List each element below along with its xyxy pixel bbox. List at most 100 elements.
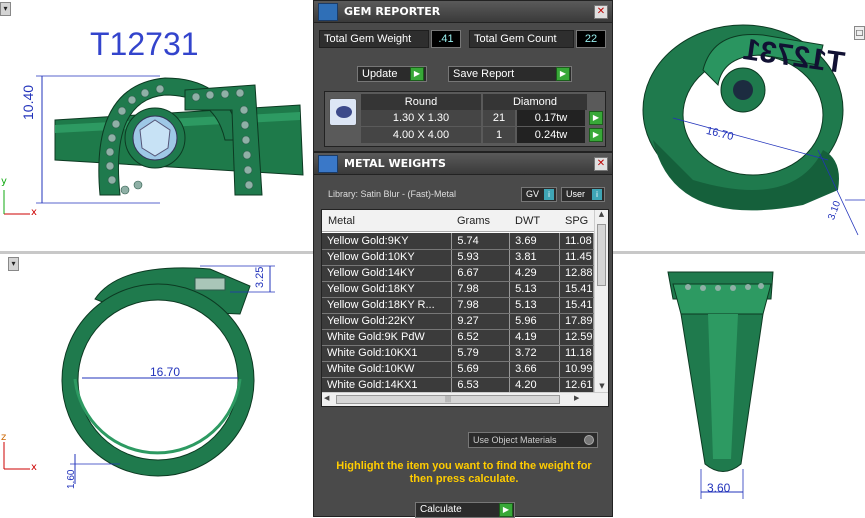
update-arrow-icon[interactable]: ▶ bbox=[410, 67, 424, 81]
metal-row[interactable]: White Gold:10KX1 5.79 3.72 11.18 bbox=[322, 345, 595, 362]
axis-x-label: x bbox=[31, 207, 37, 218]
metal-cell-grams: 5.74 bbox=[451, 233, 511, 250]
metal-cell-metal: White Gold:10KW bbox=[322, 361, 453, 378]
header-grams[interactable]: Grams bbox=[457, 210, 490, 232]
metal-cell-spg: 12.88 bbox=[559, 265, 595, 282]
metal-cell-metal: White Gold:14KX1 bbox=[322, 377, 453, 394]
metal-row[interactable]: Yellow Gold:9KY 5.74 3.69 11.08 bbox=[322, 233, 595, 250]
metal-cell-spg: 11.08 bbox=[559, 233, 595, 250]
metal-cell-dwt: 4.19 bbox=[509, 329, 560, 346]
metal-table[interactable]: Metal Grams DWT SPG Yellow Gold:9KY 5.74 3… bbox=[321, 209, 609, 407]
scroll-left-icon[interactable]: ◀ bbox=[324, 394, 329, 402]
gem-count: 1 bbox=[483, 127, 515, 143]
metal-cell-metal: Yellow Gold:22KY bbox=[322, 313, 453, 330]
gem-weight: 0.24tw bbox=[517, 127, 585, 143]
gem-type-header: Diamond bbox=[483, 94, 587, 110]
gem-row[interactable]: 1.30 X 1.30 21 0.17tw ▶ bbox=[361, 110, 605, 127]
save-report-button[interactable]: Save Report bbox=[448, 66, 572, 82]
metal-cell-spg: 10.99 bbox=[559, 361, 595, 378]
metal-rows: Yellow Gold:9KY 5.74 3.69 11.08 Yellow Gold:… bbox=[322, 233, 595, 406]
gem-row-arrow-icon[interactable]: ▶ bbox=[589, 128, 603, 142]
use-object-materials-toggle[interactable]: Use Object Materials bbox=[468, 432, 598, 448]
metal-cell-dwt: 5.13 bbox=[509, 297, 560, 314]
metal-cell-dwt: 3.66 bbox=[509, 361, 560, 378]
viewport-top-left[interactable]: ▾ T12731 10.40 y x bbox=[0, 0, 313, 251]
gem-size: 1.30 X 1.30 bbox=[361, 110, 481, 126]
metal-cell-spg: 11.18 bbox=[559, 345, 595, 362]
metal-weights-title: METAL WEIGHTS bbox=[344, 157, 446, 170]
header-metal[interactable]: Metal bbox=[328, 210, 355, 232]
metal-row[interactable]: White Gold:14KX1 6.53 4.20 12.61 bbox=[322, 377, 595, 394]
library-label: Library: Satin Blur - (Fast)-Metal bbox=[328, 189, 457, 199]
close-icon[interactable]: ✕ bbox=[594, 157, 608, 171]
metal-row[interactable]: Yellow Gold:14KY 6.67 4.29 12.88 bbox=[322, 265, 595, 282]
metal-cell-dwt: 5.13 bbox=[509, 281, 560, 298]
gem-reporter-panel: GEM REPORTER ✕ Total Gem Weight .41 Tota… bbox=[313, 0, 613, 152]
metal-cell-metal: White Gold:9K PdW bbox=[322, 329, 453, 346]
gem-table: Round Diamond 1.30 X 1.30 21 0.17tw ▶ 4.… bbox=[324, 91, 606, 147]
dimension-height-label: 10.40 bbox=[20, 84, 36, 120]
metal-cell-spg: 12.61 bbox=[559, 377, 595, 394]
user-button[interactable]: User i bbox=[561, 187, 605, 202]
metal-cell-grams: 6.52 bbox=[451, 329, 511, 346]
hscroll-thumb[interactable]: ||| bbox=[336, 395, 560, 404]
header-spg[interactable]: SPG bbox=[565, 210, 588, 232]
round-gem-icon bbox=[329, 98, 357, 126]
gem-reporter-titlebar[interactable]: GEM REPORTER ✕ bbox=[314, 1, 612, 23]
gem-shape-header: Round bbox=[361, 94, 481, 110]
metal-weights-panel: METAL WEIGHTS ✕ Library: Satin Blur - (F… bbox=[313, 152, 613, 518]
viewport-divider-horizontal[interactable] bbox=[0, 251, 313, 254]
radio-icon bbox=[584, 435, 594, 445]
total-gem-weight-label: Total Gem Weight bbox=[319, 30, 429, 48]
scroll-up-icon[interactable]: ▲ bbox=[595, 210, 608, 222]
close-icon[interactable]: ✕ bbox=[594, 5, 608, 19]
metal-cell-spg: 11.45 bbox=[559, 249, 595, 266]
metal-cell-metal: Yellow Gold:18KY R... bbox=[322, 297, 453, 314]
metal-weights-titlebar[interactable]: METAL WEIGHTS ✕ bbox=[314, 153, 612, 175]
gem-row[interactable]: 4.00 X 4.00 1 0.24tw ▶ bbox=[361, 127, 605, 144]
metal-cell-grams: 7.98 bbox=[451, 281, 511, 298]
calculate-arrow-icon[interactable]: ▶ bbox=[499, 503, 513, 517]
metal-row[interactable]: White Gold:10KW 5.69 3.66 10.99 bbox=[322, 361, 595, 378]
metal-row[interactable]: Yellow Gold:18KY R... 7.98 5.13 15.41 bbox=[322, 297, 595, 314]
viewport-divider-horizontal[interactable] bbox=[613, 251, 865, 254]
viewport-bottom-right[interactable]: 3.60 bbox=[613, 254, 865, 517]
metal-row[interactable]: Yellow Gold:22KY 9.27 5.96 17.89 bbox=[322, 313, 595, 330]
gem-row-arrow-icon[interactable]: ▶ bbox=[589, 111, 603, 125]
scroll-right-icon[interactable]: ▶ bbox=[574, 394, 579, 402]
metal-cell-spg: 17.89 bbox=[559, 313, 595, 330]
metal-row[interactable]: Yellow Gold:10KY 5.93 3.81 11.45 bbox=[322, 249, 595, 266]
info-icon: i bbox=[592, 189, 602, 200]
info-icon: i bbox=[544, 189, 554, 200]
metal-cell-spg: 12.59 bbox=[559, 329, 595, 346]
metal-cell-dwt: 3.81 bbox=[509, 249, 560, 266]
viewport-corner-button[interactable]: □ bbox=[854, 26, 865, 40]
gem-size: 4.00 X 4.00 bbox=[361, 127, 481, 143]
metal-cell-grams: 9.27 bbox=[451, 313, 511, 330]
header-dwt[interactable]: DWT bbox=[515, 210, 540, 232]
viewport-bottom-left[interactable]: ▾ 3.25 16.70 1.60 z x bbox=[0, 254, 313, 517]
total-gem-count-label: Total Gem Count bbox=[469, 30, 574, 48]
ring-front-view bbox=[3, 75, 304, 215]
metal-cell-dwt: 3.72 bbox=[509, 345, 560, 362]
gem-reporter-title: GEM REPORTER bbox=[344, 5, 441, 18]
gv-button[interactable]: GV i bbox=[521, 187, 557, 202]
scroll-thumb[interactable] bbox=[597, 224, 606, 286]
metal-cell-metal: Yellow Gold:14KY bbox=[322, 265, 453, 282]
total-gem-weight-value: .41 bbox=[431, 30, 461, 48]
metal-cell-grams: 6.53 bbox=[451, 377, 511, 394]
viewport-top-right[interactable]: T12731 16.70 3.10 □ bbox=[613, 0, 865, 251]
metal-cell-metal: Yellow Gold:18KY bbox=[322, 281, 453, 298]
metal-cell-dwt: 4.20 bbox=[509, 377, 560, 394]
vertical-scrollbar[interactable]: ▲ ▼ bbox=[594, 210, 608, 394]
horizontal-scrollbar[interactable]: ◀ ||| ▶ bbox=[322, 392, 608, 406]
metal-cell-dwt: 3.69 bbox=[509, 233, 560, 250]
metal-cell-grams: 5.69 bbox=[451, 361, 511, 378]
metal-row[interactable]: White Gold:9K PdW 6.52 4.19 12.59 bbox=[322, 329, 595, 346]
metal-cell-spg: 15.41 bbox=[559, 297, 595, 314]
axis-y-label: y bbox=[1, 176, 7, 187]
metal-row[interactable]: Yellow Gold:18KY 7.98 5.13 15.41 bbox=[322, 281, 595, 298]
save-report-arrow-icon[interactable]: ▶ bbox=[556, 67, 570, 81]
metal-cell-metal: Yellow Gold:10KY bbox=[322, 249, 453, 266]
metal-cell-dwt: 4.29 bbox=[509, 265, 560, 282]
